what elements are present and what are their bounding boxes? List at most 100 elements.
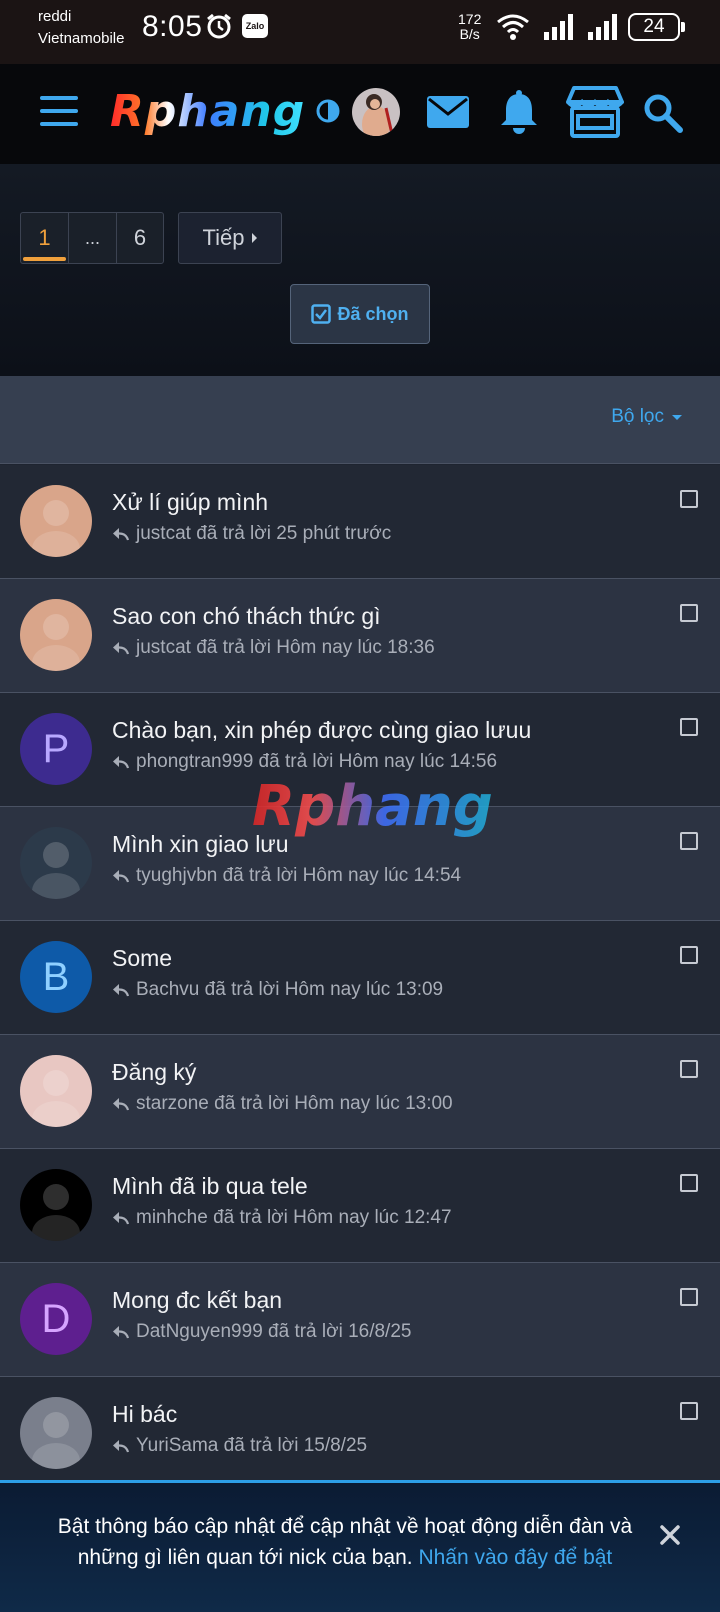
thread-avatar[interactable] bbox=[20, 1055, 92, 1127]
search-icon[interactable] bbox=[642, 92, 684, 134]
page-link-last[interactable]: 6 bbox=[117, 213, 163, 263]
site-header: Rphang bbox=[0, 64, 720, 164]
notice-message: Bật thông báo cập nhật để cập nhật về ho… bbox=[30, 1511, 660, 1573]
mail-icon[interactable] bbox=[426, 94, 470, 130]
reply-icon bbox=[113, 1440, 130, 1453]
thread-avatar[interactable] bbox=[20, 599, 92, 671]
zalo-icon: Zalo bbox=[242, 14, 268, 38]
network-speed: 172 B/s bbox=[458, 12, 481, 42]
thread-select-checkbox[interactable] bbox=[680, 946, 698, 964]
thread-select-checkbox[interactable] bbox=[680, 1402, 698, 1420]
thread-avatar[interactable] bbox=[20, 485, 92, 557]
pagination: 1 ... 6 bbox=[20, 212, 164, 264]
thread-meta-text: starzone đã trả lời Hôm nay lúc 13:00 bbox=[136, 1093, 453, 1114]
thread-title[interactable]: Some bbox=[112, 945, 172, 972]
thread-row[interactable]: Mình đã ib qua tele minhche đã trả lời Hô… bbox=[0, 1149, 720, 1263]
thread-meta-text: justcat đã trả lời 25 phút trước bbox=[136, 523, 392, 544]
clock: 8:05 bbox=[142, 10, 203, 43]
thread-meta: justcat đã trả lời 25 phút trước bbox=[112, 523, 391, 545]
caret-down-icon bbox=[672, 414, 682, 420]
theme-toggle-icon[interactable] bbox=[315, 98, 341, 124]
thread-select-checkbox[interactable] bbox=[680, 718, 698, 736]
thread-select-checkbox[interactable] bbox=[680, 1174, 698, 1192]
thread-row[interactable]: D Mong đc kết bạn DatNguyen999 đã trả lời … bbox=[0, 1263, 720, 1377]
thread-avatar[interactable] bbox=[20, 1397, 92, 1469]
thread-meta: tyughjvbn đã trả lời Hôm nay lúc 14:54 bbox=[112, 865, 461, 887]
menu-icon[interactable] bbox=[40, 96, 78, 130]
thread-title[interactable]: Chào bạn, xin phép được cùng giao lưuu bbox=[112, 717, 531, 744]
page-link-current[interactable]: 1 bbox=[21, 213, 69, 263]
thread-meta-text: minhche đã trả lời Hôm nay lúc 12:47 bbox=[136, 1207, 452, 1228]
avatar-photo bbox=[32, 1184, 80, 1241]
thread-meta-text: YuriSama đã trả lời 15/8/25 bbox=[136, 1435, 368, 1456]
thread-avatar[interactable] bbox=[20, 1169, 92, 1241]
thread-select-checkbox[interactable] bbox=[680, 490, 698, 508]
thread-avatar[interactable]: P bbox=[20, 713, 92, 785]
thread-row[interactable]: B Some Bachvu đã trả lời Hôm nay lúc 13:09 bbox=[0, 921, 720, 1035]
thread-row[interactable]: Xử lí giúp mình justcat đã trả lời 25 phú… bbox=[0, 465, 720, 579]
avatar-letter: B bbox=[42, 954, 70, 999]
thread-select-checkbox[interactable] bbox=[680, 1060, 698, 1078]
thread-meta: starzone đã trả lời Hôm nay lúc 13:00 bbox=[112, 1093, 453, 1115]
reply-icon bbox=[113, 642, 130, 655]
avatar-photo bbox=[32, 500, 80, 557]
thread-title[interactable]: Đăng ký bbox=[112, 1059, 196, 1086]
thread-meta-text: phongtran999 đã trả lời Hôm nay lúc 14:5… bbox=[136, 751, 498, 772]
thread-row[interactable]: Sao con chó thách thức gì justcat đã trả … bbox=[0, 579, 720, 693]
avatar-photo bbox=[32, 614, 80, 671]
thread-meta-text: justcat đã trả lời Hôm nay lúc 18:36 bbox=[136, 637, 435, 658]
thread-avatar[interactable]: B bbox=[20, 941, 92, 1013]
reply-icon bbox=[113, 1326, 130, 1339]
avatar-photo bbox=[32, 1412, 80, 1469]
carrier-info: reddi Vietnamobile bbox=[38, 6, 124, 50]
filter-button[interactable]: Bộ lọc bbox=[611, 406, 682, 428]
reply-icon bbox=[113, 528, 130, 541]
selected-label: Đã chọn bbox=[337, 303, 409, 324]
status-bar: reddi Vietnamobile 8:05 Zalo 172 B/s 24 bbox=[0, 0, 720, 64]
pagination-area: 1 ... 6 Tiếp Đã chọn bbox=[0, 164, 720, 376]
filter-label: Bộ lọc bbox=[611, 406, 664, 427]
filter-bar: Bộ lọc bbox=[0, 376, 720, 464]
thread-title[interactable]: Sao con chó thách thức gì bbox=[112, 603, 381, 630]
checkbox-checked-icon bbox=[311, 304, 332, 324]
thread-meta: DatNguyen999 đã trả lời 16/8/25 bbox=[112, 1321, 411, 1343]
site-logo[interactable]: Rphang bbox=[110, 86, 305, 137]
next-page-button[interactable]: Tiếp bbox=[178, 212, 282, 264]
thread-avatar[interactable] bbox=[20, 827, 92, 899]
store-icon[interactable] bbox=[566, 86, 624, 138]
reply-icon bbox=[113, 756, 130, 769]
reply-icon bbox=[113, 870, 130, 883]
thread-row[interactable]: Hi bác YuriSama đã trả lời 15/8/25 bbox=[0, 1377, 720, 1491]
thread-title[interactable]: Xử lí giúp mình bbox=[112, 489, 268, 516]
signal-icon-sim1 bbox=[544, 14, 573, 40]
thread-meta: justcat đã trả lời Hôm nay lúc 18:36 bbox=[112, 637, 435, 659]
thread-title[interactable]: Mong đc kết bạn bbox=[112, 1287, 282, 1314]
thread-meta-text: Bachvu đã trả lời Hôm nay lúc 13:09 bbox=[136, 979, 444, 1000]
carrier-line1: reddi bbox=[38, 8, 72, 25]
bell-icon[interactable] bbox=[498, 90, 540, 134]
battery-icon: 24 bbox=[628, 13, 685, 41]
speed-value: 172 bbox=[458, 11, 482, 27]
thread-select-checkbox[interactable] bbox=[680, 832, 698, 850]
thread-avatar[interactable]: D bbox=[20, 1283, 92, 1355]
signal-icon-sim2 bbox=[588, 14, 617, 40]
thread-meta-text: tyughjvbn đã trả lời Hôm nay lúc 14:54 bbox=[136, 865, 462, 886]
thread-select-checkbox[interactable] bbox=[680, 1288, 698, 1306]
thread-select-checkbox[interactable] bbox=[680, 604, 698, 622]
thread-title[interactable]: Mình đã ib qua tele bbox=[112, 1173, 308, 1200]
wifi-icon bbox=[497, 14, 529, 40]
thread-meta-text: DatNguyen999 đã trả lời 16/8/25 bbox=[136, 1321, 412, 1342]
thread-title[interactable]: Hi bác bbox=[112, 1401, 177, 1428]
user-avatar[interactable] bbox=[352, 88, 400, 136]
avatar-letter: P bbox=[42, 726, 70, 771]
alarm-icon bbox=[207, 13, 231, 39]
selected-button[interactable]: Đã chọn bbox=[290, 284, 430, 344]
reply-icon bbox=[113, 1212, 130, 1225]
avatar-letter: D bbox=[41, 1296, 71, 1341]
page-ellipsis[interactable]: ... bbox=[69, 213, 117, 263]
watermark-logo: Rphang bbox=[252, 774, 493, 839]
thread-list: Xử lí giúp mình justcat đã trả lời 25 phú… bbox=[0, 465, 720, 1491]
thread-row[interactable]: Đăng ký starzone đã trả lời Hôm nay lúc 1… bbox=[0, 1035, 720, 1149]
close-icon[interactable] bbox=[658, 1523, 682, 1547]
enable-notifications-link[interactable]: Nhấn vào đây để bật bbox=[418, 1546, 612, 1569]
